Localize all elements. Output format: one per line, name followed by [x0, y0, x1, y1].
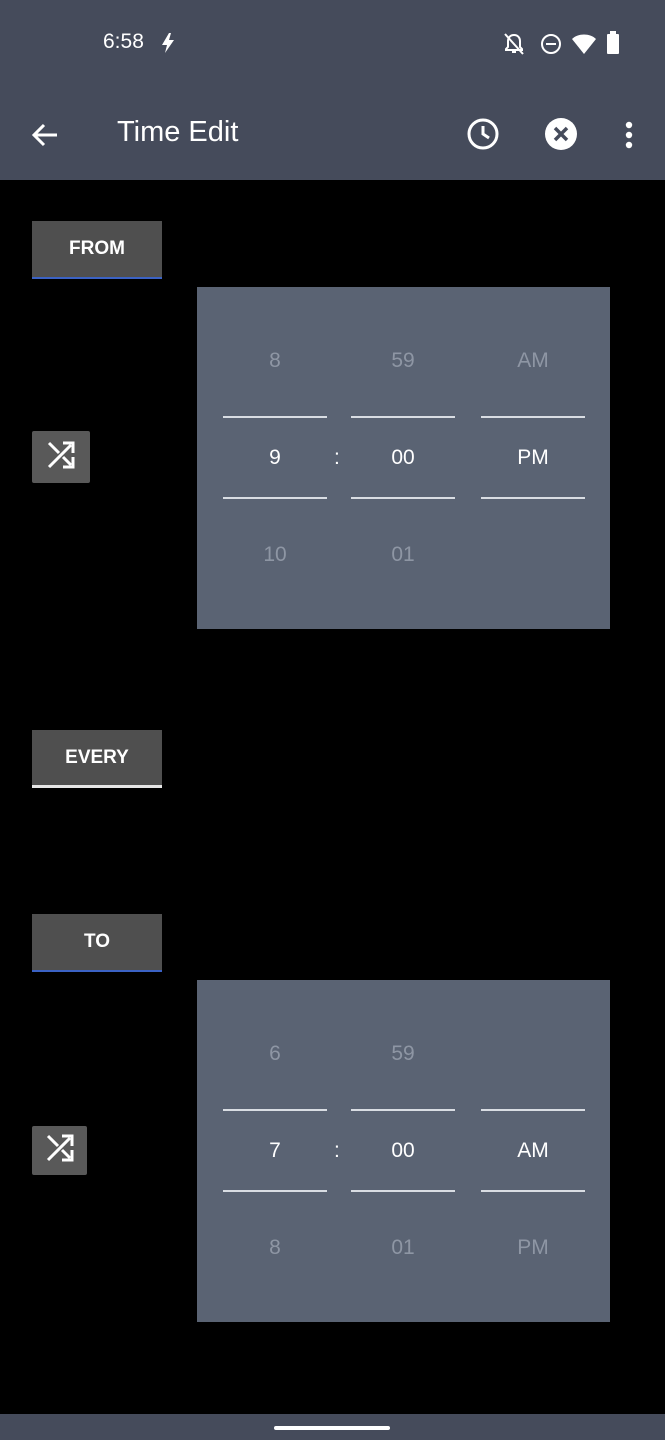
to-minute-below[interactable]: 01: [351, 1236, 455, 1260]
from-minute-selected[interactable]: 00: [351, 446, 455, 470]
divider: [223, 1109, 327, 1111]
divider: [481, 1109, 585, 1111]
to-hour-above[interactable]: 6: [223, 1042, 327, 1066]
to-minute-wheel[interactable]: 59 00 01: [351, 980, 455, 1322]
from-minute-above[interactable]: 59: [351, 349, 455, 373]
to-minute-selected[interactable]: 00: [351, 1139, 455, 1163]
divider: [351, 497, 455, 499]
divider: [223, 1190, 327, 1192]
app-bar: Time Edit: [0, 90, 665, 180]
from-hour-wheel[interactable]: 8 9 10: [223, 287, 327, 629]
to-shuffle-button[interactable]: [32, 1126, 87, 1175]
more-vert-icon[interactable]: [621, 120, 637, 155]
home-gesture-handle[interactable]: [274, 1426, 390, 1430]
clock-icon[interactable]: [466, 117, 500, 156]
close-circle-icon[interactable]: [544, 117, 578, 156]
time-separator: :: [334, 1139, 340, 1162]
divider: [351, 416, 455, 418]
shuffle-icon: [43, 1131, 77, 1170]
to-hour-wheel[interactable]: 6 7 8: [223, 980, 327, 1322]
notifications-off-icon: [503, 32, 525, 61]
to-ampm-below[interactable]: PM: [481, 1236, 585, 1260]
time-separator: :: [334, 446, 340, 469]
battery-icon: [606, 31, 620, 60]
main-content: FROM 8 9 10 : 59 00 01 AM PM EVERY TO 6 …: [0, 180, 665, 1415]
to-button[interactable]: TO: [32, 914, 162, 972]
to-minute-above[interactable]: 59: [351, 1042, 455, 1066]
from-shuffle-button[interactable]: [32, 431, 90, 483]
from-time-picker[interactable]: 8 9 10 : 59 00 01 AM PM: [197, 287, 610, 629]
from-ampm-selected[interactable]: PM: [481, 446, 585, 470]
to-ampm-wheel[interactable]: AM PM: [481, 980, 585, 1322]
from-button[interactable]: FROM: [32, 221, 162, 279]
to-hour-selected[interactable]: 7: [223, 1139, 327, 1163]
divider: [351, 1109, 455, 1111]
divider: [481, 497, 585, 499]
to-ampm-selected[interactable]: AM: [481, 1139, 585, 1163]
status-time: 6:58: [103, 30, 144, 53]
bolt-icon: [159, 32, 177, 59]
page-title: Time Edit: [117, 116, 239, 148]
from-minute-wheel[interactable]: 59 00 01: [351, 287, 455, 629]
back-arrow-icon[interactable]: [30, 120, 60, 155]
to-time-picker[interactable]: 6 7 8 : 59 00 01 AM PM: [197, 980, 610, 1322]
from-minute-below[interactable]: 01: [351, 543, 455, 567]
navigation-bar: [0, 1414, 665, 1440]
from-ampm-wheel[interactable]: AM PM: [481, 287, 585, 629]
from-hour-below[interactable]: 10: [223, 543, 327, 567]
from-ampm-above[interactable]: AM: [481, 349, 585, 373]
divider: [223, 416, 327, 418]
every-button[interactable]: EVERY: [32, 730, 162, 788]
divider: [351, 1190, 455, 1192]
do-not-disturb-icon: [540, 33, 562, 60]
status-bar: 6:58: [0, 0, 665, 90]
divider: [481, 1190, 585, 1192]
from-hour-selected[interactable]: 9: [223, 446, 327, 470]
divider: [223, 497, 327, 499]
divider: [481, 416, 585, 418]
to-hour-below[interactable]: 8: [223, 1236, 327, 1260]
shuffle-icon: [44, 438, 78, 477]
from-hour-above[interactable]: 8: [223, 349, 327, 373]
wifi-icon: [571, 33, 597, 60]
